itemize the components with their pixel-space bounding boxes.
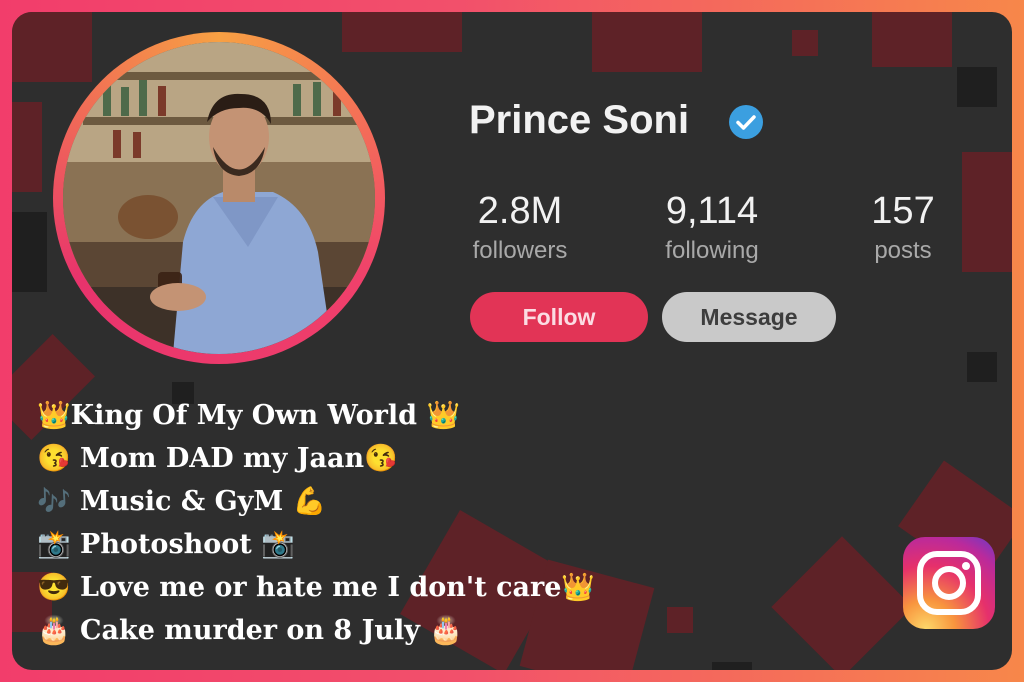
bg-square xyxy=(792,30,818,56)
avatar[interactable] xyxy=(63,42,375,354)
bg-square xyxy=(957,67,997,107)
stat-posts[interactable]: 157 posts xyxy=(855,190,951,265)
bg-square xyxy=(962,152,1012,272)
avatar-ring[interactable] xyxy=(53,32,385,364)
bio-line: 📸 Photoshoot 📸 xyxy=(37,529,295,560)
bg-square xyxy=(592,12,702,72)
bio-line: 😘 Mom DAD my Jaan😘 xyxy=(37,443,398,474)
stat-followers[interactable]: 2.8M followers xyxy=(461,190,579,265)
profile-card: Prince Soni 2.8M followers 9,114 followi… xyxy=(12,12,1012,670)
bg-square xyxy=(12,212,47,292)
bio-line: 😎 Love me or hate me I don't care👑 xyxy=(37,572,596,603)
profile-photo xyxy=(63,42,375,354)
bio-line: 👑King Of My Own World 👑 xyxy=(37,400,461,431)
bg-square xyxy=(967,352,997,382)
bio-line: 🎶 Music & GyM 💪 xyxy=(37,486,327,517)
stat-label: followers xyxy=(472,237,568,264)
verified-badge-icon xyxy=(729,105,763,139)
follow-button[interactable]: Follow xyxy=(470,292,648,342)
bio-line: 🎂 Cake murder on 8 July 🎂 xyxy=(37,615,463,646)
instagram-logo-icon xyxy=(903,537,995,629)
bg-square xyxy=(872,12,952,67)
profile-name: Prince Soni xyxy=(469,98,690,142)
bg-square xyxy=(342,12,462,52)
bg-square xyxy=(12,102,42,192)
stat-value: 2.8M xyxy=(477,190,563,232)
stat-label: following xyxy=(665,237,759,264)
camera-outline-icon xyxy=(917,551,981,615)
bio: 👑King Of My Own World 👑 😘 Mom DAD my Jaa… xyxy=(37,394,595,652)
stat-following[interactable]: 9,114 following xyxy=(652,190,772,265)
stat-value: 157 xyxy=(871,190,935,232)
bg-square xyxy=(667,607,693,633)
bg-square xyxy=(12,12,92,82)
stat-label: posts xyxy=(874,237,932,264)
stat-value: 9,114 xyxy=(665,190,759,232)
bg-square xyxy=(712,662,752,670)
message-button[interactable]: Message xyxy=(662,292,836,342)
bg-square xyxy=(771,536,913,670)
